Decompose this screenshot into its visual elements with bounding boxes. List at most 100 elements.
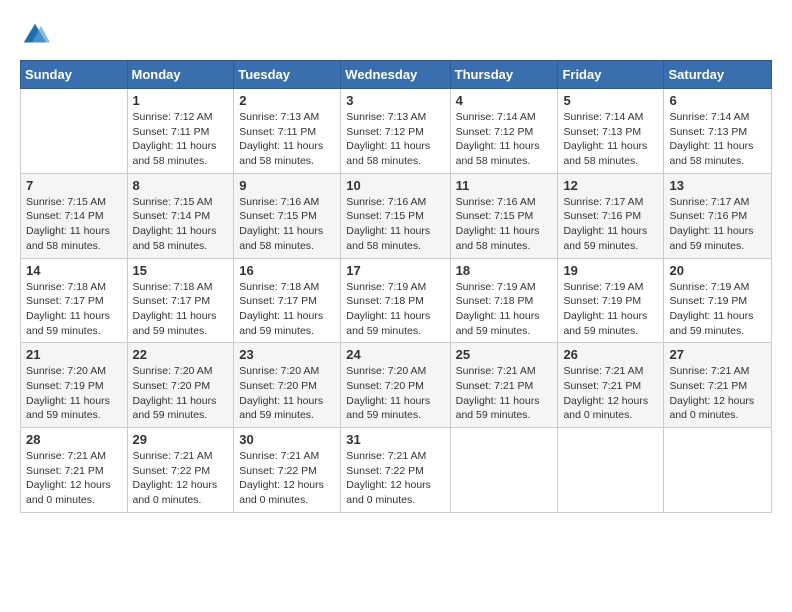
day-info: Sunrise: 7:21 AMSunset: 7:22 PMDaylight:… bbox=[133, 449, 229, 508]
day-info: Sunrise: 7:14 AMSunset: 7:13 PMDaylight:… bbox=[669, 110, 766, 169]
day-info: Sunrise: 7:19 AMSunset: 7:19 PMDaylight:… bbox=[669, 280, 766, 339]
calendar-cell: 17 Sunrise: 7:19 AMSunset: 7:18 PMDayligh… bbox=[341, 258, 450, 343]
day-number: 13 bbox=[669, 178, 766, 193]
calendar-cell: 11 Sunrise: 7:16 AMSunset: 7:15 PMDayligh… bbox=[450, 173, 558, 258]
day-number: 16 bbox=[239, 263, 335, 278]
day-number: 22 bbox=[133, 347, 229, 362]
calendar-cell: 9 Sunrise: 7:16 AMSunset: 7:15 PMDaylight… bbox=[234, 173, 341, 258]
day-number: 5 bbox=[563, 93, 658, 108]
day-number: 25 bbox=[456, 347, 553, 362]
calendar-cell: 13Sunrise: 7:17 AMSunset: 7:16 PMDayligh… bbox=[664, 173, 772, 258]
day-info: Sunrise: 7:18 AMSunset: 7:17 PMDaylight:… bbox=[239, 280, 335, 339]
day-number: 12 bbox=[563, 178, 658, 193]
day-info: Sunrise: 7:18 AMSunset: 7:17 PMDaylight:… bbox=[26, 280, 122, 339]
calendar-week-row: 21 Sunrise: 7:20 AMSunset: 7:19 PMDayligh… bbox=[21, 343, 772, 428]
day-info: Sunrise: 7:19 AMSunset: 7:18 PMDaylight:… bbox=[346, 280, 444, 339]
day-number: 14 bbox=[26, 263, 122, 278]
day-number: 2 bbox=[239, 93, 335, 108]
calendar-cell: 20Sunrise: 7:19 AMSunset: 7:19 PMDayligh… bbox=[664, 258, 772, 343]
calendar-cell: 30Sunrise: 7:21 AMSunset: 7:22 PMDayligh… bbox=[234, 428, 341, 513]
day-number: 8 bbox=[133, 178, 229, 193]
calendar-cell: 7Sunrise: 7:15 AMSunset: 7:14 PMDaylight… bbox=[21, 173, 128, 258]
day-info: Sunrise: 7:21 AMSunset: 7:21 PMDaylight:… bbox=[669, 364, 766, 423]
day-number: 10 bbox=[346, 178, 444, 193]
day-number: 31 bbox=[346, 432, 444, 447]
calendar-cell: 1 Sunrise: 7:12 AMSunset: 7:11 PMDaylight… bbox=[127, 89, 234, 174]
day-info: Sunrise: 7:20 AMSunset: 7:19 PMDaylight:… bbox=[26, 364, 122, 423]
day-info: Sunrise: 7:19 AMSunset: 7:18 PMDaylight:… bbox=[456, 280, 553, 339]
day-number: 28 bbox=[26, 432, 122, 447]
calendar-week-row: 7 Sunrise: 7:15 AMSunset: 7:14 PMDaylight… bbox=[21, 173, 772, 258]
calendar-cell: 8 Sunrise: 7:15 AMSunset: 7:14 PMDaylight… bbox=[127, 173, 234, 258]
calendar-header-row: SundayMondayTuesdayWednesdayThursdayFrid… bbox=[21, 61, 772, 89]
logo bbox=[20, 20, 54, 50]
day-number: 17 bbox=[346, 263, 444, 278]
calendar-cell bbox=[21, 89, 128, 174]
day-info: Sunrise: 7:12 AMSunset: 7:11 PMDaylight:… bbox=[133, 110, 229, 169]
day-info: Sunrise: 7:21 AMSunset: 7:21 PMDaylight:… bbox=[563, 364, 658, 423]
calendar-table: SundayMondayTuesdayWednesdayThursdayFrid… bbox=[20, 60, 772, 513]
day-number: 11 bbox=[456, 178, 553, 193]
calendar-week-row: 1 Sunrise: 7:12 AMSunset: 7:11 PMDaylight… bbox=[21, 89, 772, 174]
day-number: 6 bbox=[669, 93, 766, 108]
calendar-cell: 28 Sunrise: 7:21 AMSunset: 7:21 PMDayligh… bbox=[21, 428, 128, 513]
calendar-cell: 2 Sunrise: 7:13 AMSunset: 7:11 PMDaylight… bbox=[234, 89, 341, 174]
calendar-header-saturday: Saturday bbox=[664, 61, 772, 89]
day-info: Sunrise: 7:13 AMSunset: 7:11 PMDaylight:… bbox=[239, 110, 335, 169]
calendar-cell: 25 Sunrise: 7:21 AMSunset: 7:21 PMDayligh… bbox=[450, 343, 558, 428]
day-info: Sunrise: 7:17 AMSunset: 7:16 PMDaylight:… bbox=[563, 195, 658, 254]
calendar-week-row: 14 Sunrise: 7:18 AMSunset: 7:17 PMDayligh… bbox=[21, 258, 772, 343]
day-number: 4 bbox=[456, 93, 553, 108]
day-number: 27 bbox=[669, 347, 766, 362]
day-number: 23 bbox=[239, 347, 335, 362]
calendar-header-sunday: Sunday bbox=[21, 61, 128, 89]
calendar-header-thursday: Thursday bbox=[450, 61, 558, 89]
day-number: 21 bbox=[26, 347, 122, 362]
day-number: 9 bbox=[239, 178, 335, 193]
day-info: Sunrise: 7:13 AMSunset: 7:12 PMDaylight:… bbox=[346, 110, 444, 169]
calendar-cell: 24 Sunrise: 7:20 AMSunset: 7:20 PMDayligh… bbox=[341, 343, 450, 428]
day-number: 26 bbox=[563, 347, 658, 362]
calendar-cell: 10 Sunrise: 7:16 AMSunset: 7:15 PMDayligh… bbox=[341, 173, 450, 258]
day-number: 1 bbox=[133, 93, 229, 108]
day-info: Sunrise: 7:21 AMSunset: 7:21 PMDaylight:… bbox=[26, 449, 122, 508]
day-info: Sunrise: 7:19 AMSunset: 7:19 PMDaylight:… bbox=[563, 280, 658, 339]
day-info: Sunrise: 7:20 AMSunset: 7:20 PMDaylight:… bbox=[346, 364, 444, 423]
day-info: Sunrise: 7:21 AMSunset: 7:22 PMDaylight:… bbox=[346, 449, 444, 508]
calendar-header-tuesday: Tuesday bbox=[234, 61, 341, 89]
calendar-header-friday: Friday bbox=[558, 61, 664, 89]
day-info: Sunrise: 7:20 AMSunset: 7:20 PMDaylight:… bbox=[239, 364, 335, 423]
calendar-week-row: 28 Sunrise: 7:21 AMSunset: 7:21 PMDayligh… bbox=[21, 428, 772, 513]
calendar-cell: 19 Sunrise: 7:19 AMSunset: 7:19 PMDayligh… bbox=[558, 258, 664, 343]
calendar-cell: 16 Sunrise: 7:18 AMSunset: 7:17 PMDayligh… bbox=[234, 258, 341, 343]
calendar-cell: 23 Sunrise: 7:20 AMSunset: 7:20 PMDayligh… bbox=[234, 343, 341, 428]
calendar-cell: 26 Sunrise: 7:21 AMSunset: 7:21 PMDayligh… bbox=[558, 343, 664, 428]
calendar-cell: 6 Sunrise: 7:14 AMSunset: 7:13 PMDaylight… bbox=[664, 89, 772, 174]
day-number: 15 bbox=[133, 263, 229, 278]
calendar-cell: 3 Sunrise: 7:13 AMSunset: 7:12 PMDaylight… bbox=[341, 89, 450, 174]
day-info: Sunrise: 7:15 AMSunset: 7:14 PMDaylight:… bbox=[133, 195, 229, 254]
calendar-header-wednesday: Wednesday bbox=[341, 61, 450, 89]
calendar-cell: 29 Sunrise: 7:21 AMSunset: 7:22 PMDayligh… bbox=[127, 428, 234, 513]
day-info: Sunrise: 7:21 AMSunset: 7:21 PMDaylight:… bbox=[456, 364, 553, 423]
page-header bbox=[20, 20, 772, 50]
calendar-cell: 14 Sunrise: 7:18 AMSunset: 7:17 PMDayligh… bbox=[21, 258, 128, 343]
day-info: Sunrise: 7:16 AMSunset: 7:15 PMDaylight:… bbox=[239, 195, 335, 254]
calendar-header-monday: Monday bbox=[127, 61, 234, 89]
calendar-cell: 4Sunrise: 7:14 AMSunset: 7:12 PMDaylight… bbox=[450, 89, 558, 174]
calendar-cell bbox=[558, 428, 664, 513]
calendar-cell bbox=[664, 428, 772, 513]
day-info: Sunrise: 7:16 AMSunset: 7:15 PMDaylight:… bbox=[456, 195, 553, 254]
day-number: 19 bbox=[563, 263, 658, 278]
calendar-cell: 27 Sunrise: 7:21 AMSunset: 7:21 PMDayligh… bbox=[664, 343, 772, 428]
day-number: 24 bbox=[346, 347, 444, 362]
day-info: Sunrise: 7:20 AMSunset: 7:20 PMDaylight:… bbox=[133, 364, 229, 423]
calendar-cell: 21 Sunrise: 7:20 AMSunset: 7:19 PMDayligh… bbox=[21, 343, 128, 428]
day-number: 3 bbox=[346, 93, 444, 108]
day-number: 18 bbox=[456, 263, 553, 278]
day-number: 7 bbox=[26, 178, 122, 193]
calendar-cell bbox=[450, 428, 558, 513]
day-info: Sunrise: 7:21 AMSunset: 7:22 PMDaylight:… bbox=[239, 449, 335, 508]
day-number: 29 bbox=[133, 432, 229, 447]
day-info: Sunrise: 7:16 AMSunset: 7:15 PMDaylight:… bbox=[346, 195, 444, 254]
